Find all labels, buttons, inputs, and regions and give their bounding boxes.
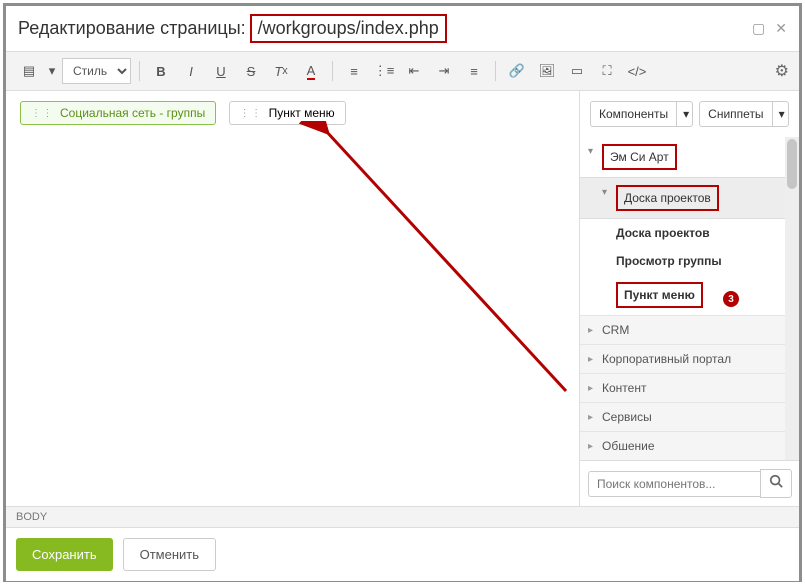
tree-root-highlight: Эм Си Арт <box>602 144 677 170</box>
tree-category[interactable]: Корпоративный портал <box>580 344 799 373</box>
list-unordered-icon[interactable]: ⋮≡ <box>371 59 397 83</box>
close-icon[interactable]: ✕ <box>775 20 787 37</box>
components-button[interactable]: Компоненты ▾ <box>590 101 693 127</box>
style-select[interactable]: Стиль <box>62 58 131 84</box>
indent-icon[interactable]: ⇥ <box>431 59 457 83</box>
annotation-arrow <box>136 121 576 411</box>
content-area: ⋮⋮ Социальная сеть - группы ⋮⋮ Пункт мен… <box>6 91 799 506</box>
editor-canvas[interactable]: ⋮⋮ Социальная сеть - группы ⋮⋮ Пункт мен… <box>6 91 579 506</box>
window-title: Редактирование страницы: <box>18 18 246 39</box>
page-path-highlight: /workgroups/index.php <box>250 14 447 43</box>
separator <box>332 61 333 81</box>
tree-item-menu[interactable]: Пункт меню 3 <box>580 275 799 315</box>
snippets-button[interactable]: Сниппеты ▾ <box>699 101 789 127</box>
fullscreen-icon[interactable]: ⛶ <box>594 59 620 83</box>
search-icon[interactable] <box>760 469 792 498</box>
window-controls: ▢ ✕ <box>752 20 787 37</box>
editor-toolbar: ▤ ▾ Стиль B I U S Tx A ≡ ⋮≡ ⇤ ⇥ ≡ 🔗 🖼 ▭ … <box>6 51 799 91</box>
bold-icon[interactable]: B <box>148 59 174 83</box>
titlebar: Редактирование страницы: /workgroups/ind… <box>6 6 799 51</box>
panel-tabs: Компоненты ▾ Сниппеты ▾ <box>580 91 799 137</box>
component-tag-menu[interactable]: ⋮⋮ Пункт меню <box>229 101 346 125</box>
annotation-badge-3: 3 <box>723 291 739 307</box>
chevron-down-icon[interactable]: ▾ <box>676 102 693 126</box>
drag-handle-icon[interactable]: ⋮⋮ <box>31 108 54 119</box>
snippets-label: Сниппеты <box>700 102 771 126</box>
image-icon[interactable]: 🖼 <box>534 59 560 83</box>
clear-format-icon[interactable]: Tx <box>268 59 294 83</box>
component-tag-label: Пункт меню <box>269 106 335 120</box>
outdent-icon[interactable]: ⇤ <box>401 59 427 83</box>
scrollbar[interactable] <box>785 137 799 460</box>
search-input[interactable] <box>588 471 760 497</box>
block-view-icon[interactable]: ▤ <box>16 59 42 83</box>
tree-category[interactable]: CRM <box>580 315 799 344</box>
video-icon[interactable]: ▭ <box>564 59 590 83</box>
code-icon[interactable]: </> <box>624 59 650 83</box>
component-search <box>580 460 799 506</box>
editor-window: Редактирование страницы: /workgroups/ind… <box>3 3 802 582</box>
italic-icon[interactable]: I <box>178 59 204 83</box>
save-button[interactable]: Сохранить <box>16 538 113 571</box>
statusbar: BODY <box>6 506 799 527</box>
tree-category[interactable]: Обшение <box>580 431 799 460</box>
list-ordered-icon[interactable]: ≡ <box>341 59 367 83</box>
chevron-down-icon[interactable]: ▾ <box>772 102 789 126</box>
component-tag-social[interactable]: ⋮⋮ Социальная сеть - группы <box>20 101 216 125</box>
text-color-icon[interactable]: A <box>298 59 324 83</box>
tree-subgroup[interactable]: Доска проектов 2 <box>580 177 799 219</box>
tree-category[interactable]: Сервисы <box>580 402 799 431</box>
component-tag-label: Социальная сеть - группы <box>60 106 205 120</box>
separator <box>495 61 496 81</box>
tree-sub-highlight: Доска проектов <box>616 185 719 211</box>
align-icon[interactable]: ≡ <box>461 59 487 83</box>
tree-item[interactable]: Просмотр группы <box>580 247 799 275</box>
footer: Сохранить Отменить <box>6 527 799 581</box>
tree-root[interactable]: Эм Си Арт 1 <box>580 137 799 177</box>
drag-handle-icon[interactable]: ⋮⋮ <box>240 108 263 119</box>
component-tree: Эм Си Арт 1 Доска проектов 2 Доска проек… <box>580 137 799 460</box>
link-icon[interactable]: 🔗 <box>504 59 530 83</box>
tree-category[interactable]: Контент <box>580 373 799 402</box>
underline-icon[interactable]: U <box>208 59 234 83</box>
components-label: Компоненты <box>591 102 676 126</box>
tree-item[interactable]: Доска проектов <box>580 219 799 247</box>
block-view-dropdown-icon[interactable]: ▾ <box>46 59 58 83</box>
components-panel: Компоненты ▾ Сниппеты ▾ Эм Си Арт 1 Доск… <box>579 91 799 506</box>
scrollbar-thumb[interactable] <box>787 139 797 189</box>
strike-icon[interactable]: S <box>238 59 264 83</box>
minimize-icon[interactable]: ▢ <box>752 20 765 37</box>
tree-item-highlight: Пункт меню <box>616 282 703 308</box>
gear-icon[interactable]: ⚙ <box>775 61 789 81</box>
cancel-button[interactable]: Отменить <box>123 538 216 571</box>
separator <box>139 61 140 81</box>
